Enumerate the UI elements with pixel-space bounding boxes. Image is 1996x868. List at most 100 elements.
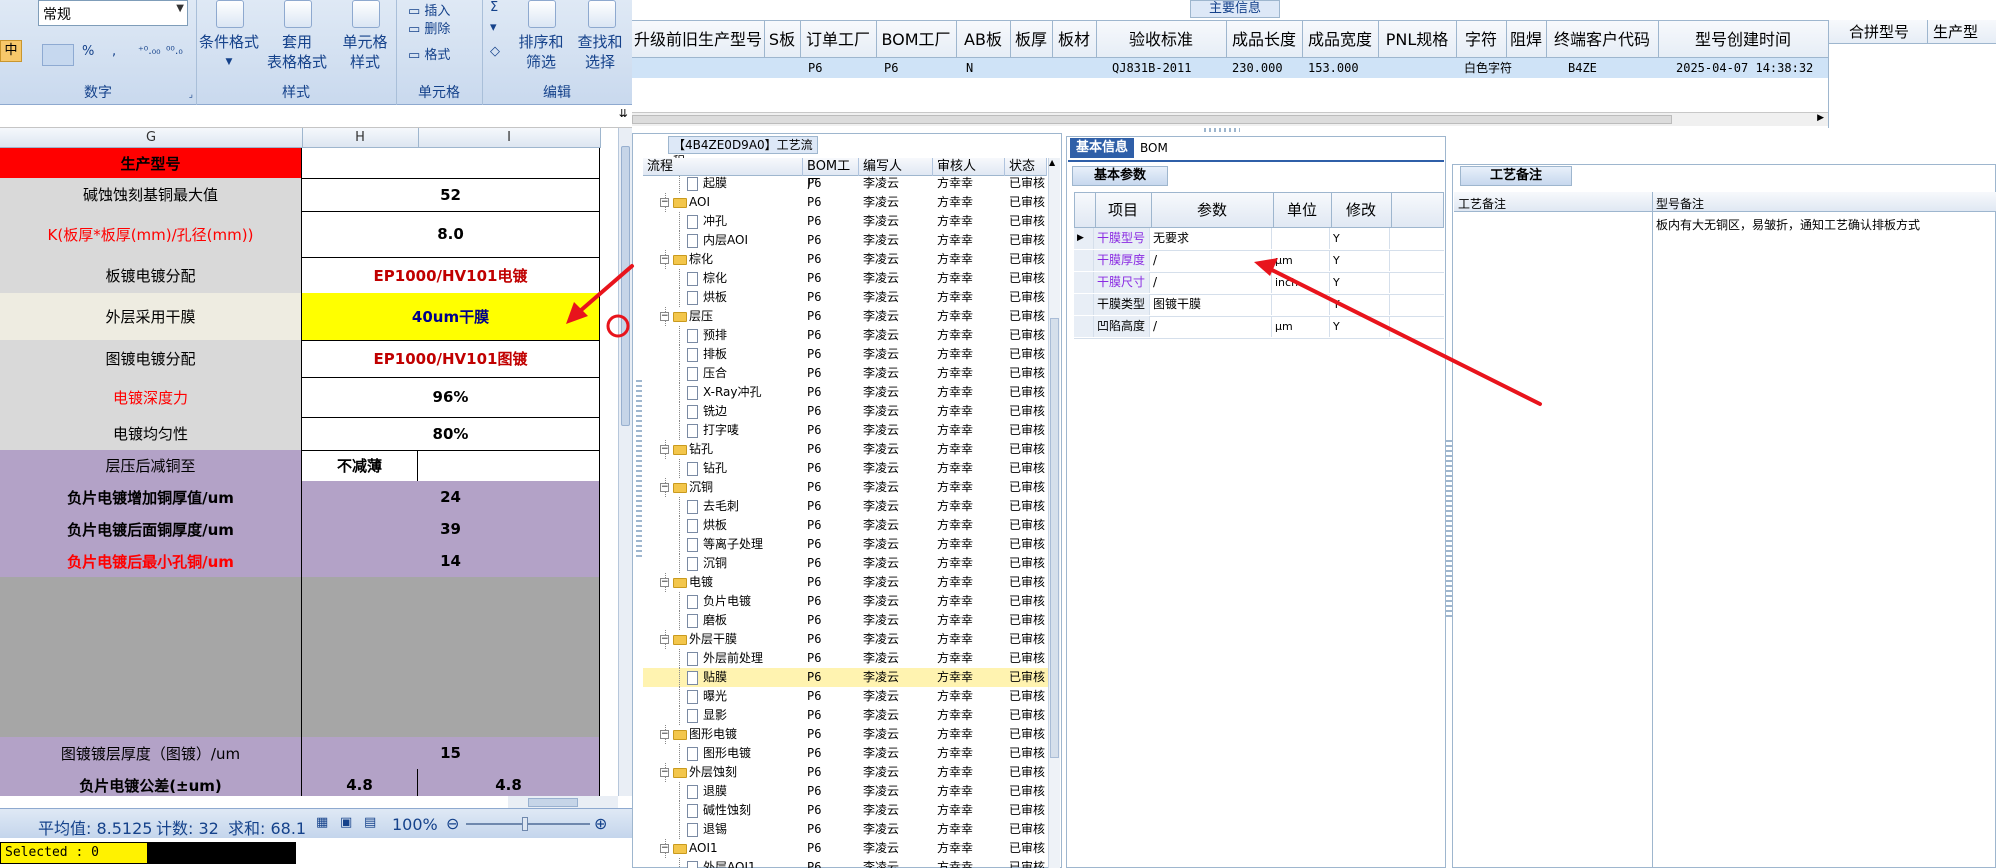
grid-horizontal-scrollbar[interactable]: ▶ <box>632 112 1828 126</box>
collapse-icon[interactable]: − <box>660 768 669 777</box>
col-order-factory[interactable]: 订单工厂 <box>800 21 877 59</box>
param-row[interactable]: ▶ 干膜型号 无要求 Y <box>1074 228 1444 251</box>
column-g-header[interactable]: G <box>0 128 303 148</box>
tree-step-row[interactable]: 贴膜 P6 李凌云 方幸幸 已审核 <box>643 668 1048 687</box>
page-layout-icon[interactable]: ▣ <box>340 815 352 830</box>
value-cell[interactable]: 4.8 <box>302 769 418 796</box>
tree-step-row[interactable]: 起膜 P6 李凌云 方幸幸 已审核 <box>643 176 1048 193</box>
value-cell[interactable]: EP1000/HV101图镀 <box>302 340 600 377</box>
col-pnl[interactable]: PNL规格 <box>1378 21 1457 59</box>
cell-style-button[interactable]: 单元格 样式 <box>334 32 396 72</box>
sum-icon[interactable]: Σ <box>490 0 498 15</box>
empty-cell[interactable] <box>302 705 600 737</box>
zoom-out-icon[interactable]: ⊖ <box>446 814 459 833</box>
tree-folder-row[interactable]: − 棕化 P6 李凌云 方幸幸 已审核 <box>643 250 1048 269</box>
tree-folder-row[interactable]: − 钻孔 P6 李凌云 方幸幸 已审核 <box>643 440 1048 459</box>
empty-cell[interactable] <box>302 641 600 673</box>
tree-step-row[interactable]: 磨板 P6 李凌云 方幸幸 已审核 <box>643 611 1048 630</box>
label-cell[interactable]: 电镀均匀性 <box>0 417 302 450</box>
page-break-icon[interactable]: ▤ <box>364 815 376 830</box>
tab-process-notes[interactable]: 工艺备注 <box>1460 166 1572 186</box>
find-select-button[interactable]: 查找和 选择 <box>570 32 630 72</box>
collapse-icon[interactable]: − <box>660 198 669 207</box>
label-cell[interactable]: 负片电镀后最小孔铜/um <box>0 545 302 577</box>
sort-filter-button[interactable]: 排序和 筛选 <box>512 32 570 72</box>
number-format-select[interactable]: 常规 ▼ <box>38 0 188 26</box>
value-cell[interactable]: EP1000/HV101电镀 <box>302 257 600 293</box>
flow-header[interactable]: 流程 <box>643 158 803 176</box>
tree-step-row[interactable]: 冲孔 P6 李凌云 方幸幸 已审核 <box>643 212 1048 231</box>
tree-step-row[interactable]: 负片电镀 P6 李凌云 方幸幸 已审核 <box>643 592 1048 611</box>
unit-header[interactable]: 单位 <box>1273 193 1332 227</box>
value-cell[interactable]: 52 <box>302 178 600 211</box>
tree-step-row[interactable]: 退膜 P6 李凌云 方幸幸 已审核 <box>643 782 1048 801</box>
tree-folder-row[interactable]: − 外层干膜 P6 李凌云 方幸幸 已审核 <box>643 630 1048 649</box>
collapse-icon[interactable]: − <box>660 730 669 739</box>
percent-button[interactable]: % <box>82 44 94 59</box>
collapse-icon[interactable]: − <box>660 844 669 853</box>
collapse-icon[interactable]: − <box>660 483 669 492</box>
label-cell[interactable]: 电镀深度力 <box>0 377 302 417</box>
param-value[interactable]: 无要求 <box>1150 228 1272 249</box>
tree-step-row[interactable]: 预排 P6 李凌云 方幸幸 已审核 <box>643 326 1048 345</box>
zoom-level[interactable]: 100% <box>392 815 438 834</box>
collapse-icon[interactable]: − <box>660 255 669 264</box>
tree-step-row[interactable]: 外层前处理 P6 李凌云 方幸幸 已审核 <box>643 649 1048 668</box>
tree-step-row[interactable]: 铣边 P6 李凌云 方幸幸 已审核 <box>643 402 1048 421</box>
col-ab-board[interactable]: AB板 <box>956 21 1011 59</box>
empty-cell[interactable] <box>418 450 600 481</box>
tree-folder-row[interactable]: − AOI P6 李凌云 方幸幸 已审核 <box>643 193 1048 212</box>
label-cell[interactable]: 外层采用干膜 <box>0 293 302 340</box>
splitter-handle[interactable] <box>636 380 642 560</box>
value-cell[interactable]: 40um干膜 <box>302 293 600 340</box>
tree-folder-row[interactable]: − 图形电镀 P6 李凌云 方幸幸 已审核 <box>643 725 1048 744</box>
col-thickness[interactable]: 板厚 <box>1010 21 1053 59</box>
empty-cell[interactable] <box>0 641 302 673</box>
collapse-icon[interactable]: − <box>660 635 669 644</box>
col-length[interactable]: 成品长度 <box>1226 21 1303 59</box>
tree-folder-row[interactable]: − 沉铜 P6 李凌云 方幸幸 已审核 <box>643 478 1048 497</box>
table-row[interactable]: P6 P6 N QJ831B-2011 230.000 153.000 白色字符… <box>632 58 1828 78</box>
tab-basic-info[interactable]: 基本信息 <box>1070 138 1134 158</box>
normal-view-icon[interactable]: ▦ <box>316 815 328 830</box>
tree-folder-row[interactable]: − 层压 P6 李凌云 方幸幸 已审核 <box>643 307 1048 326</box>
excel-vertical-scrollbar[interactable] <box>618 128 632 796</box>
col-character[interactable]: 字符 <box>1456 21 1507 59</box>
tree-step-row[interactable]: 外层AOI1 P6 李凌云 方幸幸 已审核 <box>643 858 1048 868</box>
fill-icon[interactable]: ▾ <box>490 20 497 35</box>
collapse-icon[interactable]: − <box>660 312 669 321</box>
scroll-thumb[interactable] <box>1050 318 1059 758</box>
label-cell[interactable]: 层压后减铜至 <box>0 450 302 481</box>
tree-folder-row[interactable]: − 外层蚀刻 P6 李凌云 方幸幸 已审核 <box>643 763 1048 782</box>
empty-cell[interactable] <box>0 609 302 641</box>
value-cell[interactable]: 15 <box>302 737 600 769</box>
scroll-thumb[interactable] <box>632 115 1672 124</box>
tree-folder-row[interactable]: − AOI1 P6 李凌云 方幸幸 已审核 <box>643 839 1048 858</box>
col-s-board[interactable]: S板 <box>764 21 801 59</box>
label-cell[interactable]: 图镀镀层厚度（图镀）/um <box>0 737 302 769</box>
bom-factory-header[interactable]: BOM工厂 <box>803 158 859 192</box>
value-cell[interactable] <box>302 148 600 178</box>
scroll-up-icon[interactable]: ▲ <box>1049 158 1055 167</box>
item-header[interactable]: 项目 <box>1095 193 1152 227</box>
tree-step-row[interactable]: 压合 P6 李凌云 方幸幸 已审核 <box>643 364 1048 383</box>
label-cell[interactable]: 负片电镀后面铜厚度/um <box>0 513 302 545</box>
param-header[interactable]: 参数 <box>1151 193 1274 227</box>
tree-step-row[interactable]: 烘板 P6 李凌云 方幸幸 已审核 <box>643 516 1048 535</box>
tree-step-row[interactable]: 钻孔 P6 李凌云 方幸幸 已审核 <box>643 459 1048 478</box>
tree-step-row[interactable]: 内层AOI P6 李凌云 方幸幸 已审核 <box>643 231 1048 250</box>
collapse-icon[interactable]: − <box>660 578 669 587</box>
empty-cell[interactable] <box>0 577 302 609</box>
label-cell[interactable]: 图镀电镀分配 <box>0 340 302 377</box>
status-header[interactable]: 状态 <box>1005 158 1047 176</box>
increase-decimal-icon[interactable]: ⁺⁰.₀₀ <box>138 44 161 57</box>
apply-table-format-button[interactable]: 套用 表格格式 <box>262 32 332 72</box>
expand-icon[interactable]: ⇊ <box>619 107 628 120</box>
empty-cell[interactable] <box>302 609 600 641</box>
param-row[interactable]: 干膜类型 图镀干膜 Y <box>1074 294 1444 317</box>
tree-step-row[interactable]: 显影 P6 李凌云 方幸幸 已审核 <box>643 706 1048 725</box>
tree-step-row[interactable]: 曝光 P6 李凌云 方幸幸 已审核 <box>643 687 1048 706</box>
value-cell[interactable]: 8.0 <box>302 211 600 257</box>
tree-step-row[interactable]: 烘板 P6 李凌云 方幸幸 已审核 <box>643 288 1048 307</box>
tree-step-row[interactable]: 去毛刺 P6 李凌云 方幸幸 已审核 <box>643 497 1048 516</box>
